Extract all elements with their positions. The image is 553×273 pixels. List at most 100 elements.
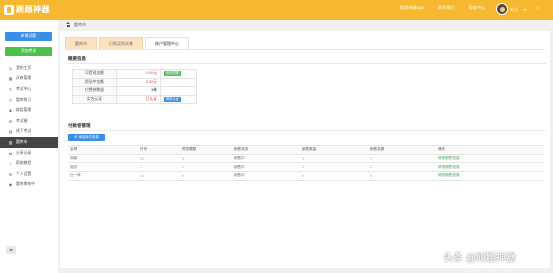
share-icon: ⇄ xyxy=(8,150,13,156)
sidebar-item-label: 我的主页 xyxy=(16,65,32,70)
overview-label: 付费卷数量 xyxy=(72,86,117,96)
cell-id: 10 xyxy=(138,154,180,164)
sidebar-item-review[interactable]: ◉ 题库审核中 xyxy=(0,180,58,191)
overview-action-cell: 修改认证 xyxy=(160,94,197,104)
edit-icon: ✐ xyxy=(8,97,13,103)
column-header: 预览题数 xyxy=(180,145,232,155)
chevron-down-icon[interactable]: ▾ xyxy=(524,7,526,12)
nav-contact-link[interactable]: 联系我们 xyxy=(438,5,455,11)
watermark: 头条 @刷题神器 xyxy=(443,253,516,264)
sidebar-item-market[interactable]: ▥ 题库市 xyxy=(0,137,58,148)
collapse-sidebar-icon[interactable]: ⇆ xyxy=(6,246,16,254)
cell-total: 0 xyxy=(368,171,436,181)
table-row: 仕一体 10 5 销售中 0 0 修改销售信息 xyxy=(68,171,544,181)
overview-action-cell: 申请提现 xyxy=(160,69,197,79)
cell-sold: 0 xyxy=(300,171,368,181)
tab-account[interactable]: 账户管理中心 xyxy=(145,37,189,49)
column-header: 操作 xyxy=(436,145,544,155)
tab-purchased[interactable]: 已购买的试卷 xyxy=(99,37,143,49)
sidebar-item-label: 个人设置 xyxy=(16,171,32,176)
sidebar-item-label: 题库练习 xyxy=(16,97,32,102)
overview-divider xyxy=(68,63,546,64)
edit-sales-link[interactable]: 修改销售信息 xyxy=(438,156,460,160)
column-header: 销售总额 xyxy=(368,145,436,155)
offline-icon: ▤ xyxy=(8,129,13,135)
cell-status: 销售中 xyxy=(232,162,300,173)
sidebar-item-label: 试卷管理 xyxy=(16,76,32,81)
column-header: 付号 xyxy=(138,145,180,155)
overview-value: 已认证 xyxy=(116,94,161,104)
sidebar-item-label: 题库审核中 xyxy=(16,182,35,187)
column-header: 名称 xyxy=(68,145,138,155)
sidebar-menu: ◎ 我的主页 ▦ 试卷管理 ✎ 考试中心 ✐ 题库练习 ♞ 群组管理 ✉ 考试圈 ▤ 线下考试… xyxy=(0,63,58,190)
tab-bar: 题库市 已购买的试卷 账户管理中心 xyxy=(65,37,191,49)
edit-verification-button[interactable]: 修改认证 xyxy=(164,97,181,102)
review-icon: ◉ xyxy=(8,182,13,188)
help-icon: ✧ xyxy=(8,161,13,167)
overview-value: 0.00元 xyxy=(116,77,161,87)
cell-id: 1 xyxy=(138,162,180,173)
breadcrumb: 题库市 xyxy=(66,20,86,29)
sidebar-item-papers[interactable]: ▦ 试卷管理 xyxy=(0,74,58,85)
cell-op: 修改销售信息 xyxy=(436,154,544,164)
logo-text: 刷题神器 xyxy=(16,5,50,14)
sidebar-item-label: 帮助教程 xyxy=(16,161,32,166)
tab-market[interactable]: 题库市 xyxy=(65,37,97,49)
market-icon: ▥ xyxy=(8,139,13,145)
sidebar-item-groups[interactable]: ♞ 群组管理 xyxy=(0,105,58,116)
logo-icon xyxy=(4,4,14,15)
avatar[interactable] xyxy=(496,3,508,15)
nav-app-link[interactable]: 刷题神器app xyxy=(400,5,424,11)
sidebar-item-label: 分享记录 xyxy=(16,150,32,155)
add-paid-paper-button[interactable]: ⊕ 添加新付费卷 xyxy=(68,134,105,141)
new-question-button[interactable]: 新增试题 xyxy=(5,32,52,41)
cell-op: 修改销售信息 xyxy=(436,162,544,173)
cell-op: 修改销售信息 xyxy=(436,171,544,181)
nav-help-link[interactable]: 帮助中心 xyxy=(469,5,486,11)
sidebar-item-exam-circle[interactable]: ✉ 考试圈 xyxy=(0,116,58,127)
cell-total: 0 xyxy=(368,162,436,173)
edit-sales-link[interactable]: 修改销售信息 xyxy=(438,165,460,169)
gear-icon: ⚙ xyxy=(8,171,13,177)
overview-label: 可提现金额 xyxy=(72,69,117,79)
sidebar-item-settings[interactable]: ⚙ 个人设置 xyxy=(0,169,58,180)
cell-name: 仕一体 xyxy=(68,171,138,181)
cell-name: 测试 xyxy=(68,162,138,173)
top-bar: 刷题神器 刷题神器app 联系我们 帮助中心 毛小 ▾ ♪ xyxy=(0,0,553,20)
edit-sales-link[interactable]: 修改销售信息 xyxy=(438,173,460,177)
app-logo[interactable]: 刷题神器 xyxy=(4,3,54,16)
overview-row: 实名认证 已认证 修改认证 xyxy=(72,94,197,104)
overview-action-cell xyxy=(160,77,197,87)
cell-name: 测卷 xyxy=(68,154,138,164)
sidebar-item-shares[interactable]: ⇄ 分享记录 xyxy=(0,148,58,159)
sidebar-item-practice[interactable]: ✐ 题库练习 xyxy=(0,95,58,106)
payee-divider xyxy=(68,130,546,131)
sidebar-item-help[interactable]: ✧ 帮助教程 xyxy=(0,158,58,169)
sidebar-item-offline[interactable]: ▤ 线下考试 xyxy=(0,127,58,138)
overview-title: 概要信息 xyxy=(68,56,86,61)
sidebar-item-label: 考试中心 xyxy=(16,86,32,91)
group-icon: ♞ xyxy=(8,108,13,114)
cell-preview: 5 xyxy=(180,171,232,181)
cell-preview: 5 xyxy=(180,154,232,164)
overview-label: 提现中金额 xyxy=(72,77,117,87)
cell-preview: 2 xyxy=(180,162,232,173)
sidebar-item-home[interactable]: ◎ 我的主页 xyxy=(0,63,58,74)
payee-title: 付款卷管理 xyxy=(68,123,91,128)
add-exam-button[interactable]: 添加考试 xyxy=(5,47,52,56)
table-row: 测试 1 2 销售中 0 0 修改销售信息 xyxy=(68,162,544,173)
overview-row: 可提现金额 0.00元 申请提现 xyxy=(72,69,197,79)
cell-sold: 0 xyxy=(300,154,368,164)
withdraw-button[interactable]: 申请提现 xyxy=(164,71,181,77)
username[interactable]: 毛小 xyxy=(510,7,518,13)
cell-status: 销售中 xyxy=(232,171,300,181)
notification-icon[interactable]: ♪ xyxy=(536,6,542,12)
table-header-row: 名称 付号 预览题数 销售状态 销售数量 销售总额 操作 xyxy=(68,145,544,155)
column-header: 销售状态 xyxy=(232,145,300,155)
sidebar-item-exam-center[interactable]: ✎ 考试中心 xyxy=(0,84,58,95)
overview-value: 3卷 xyxy=(116,86,161,96)
papers-icon: ▦ xyxy=(8,76,13,82)
cell-sold: 0 xyxy=(300,162,368,173)
breadcrumb-current: 题库市 xyxy=(74,21,86,27)
home-icon[interactable] xyxy=(66,22,71,27)
